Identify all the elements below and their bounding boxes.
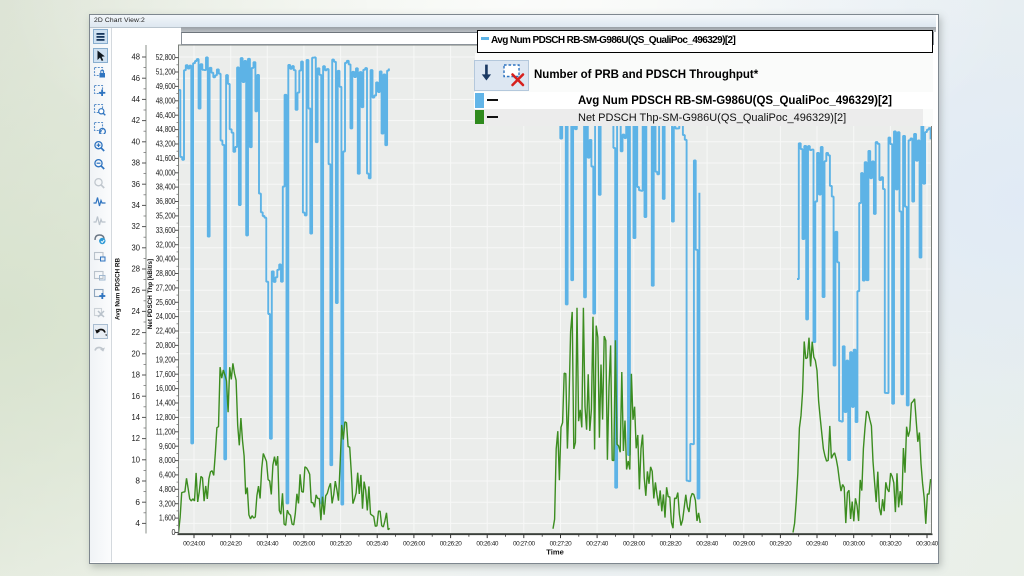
svg-text:4: 4	[135, 518, 140, 528]
svg-text:00:30:00: 00:30:00	[843, 541, 866, 548]
svg-text:14: 14	[132, 412, 141, 422]
svg-text:9,600: 9,600	[159, 441, 176, 451]
svg-text:52,800: 52,800	[156, 52, 176, 62]
svg-text:00:28:40: 00:28:40	[696, 541, 719, 548]
svg-text:00:26:20: 00:26:20	[440, 541, 463, 548]
svg-text:34: 34	[132, 200, 141, 210]
svg-text:00:25:40: 00:25:40	[366, 541, 389, 548]
svg-text:00:30:20: 00:30:20	[880, 541, 903, 548]
svg-text:00:26:00: 00:26:00	[403, 541, 426, 548]
svg-text:16,000: 16,000	[156, 383, 176, 393]
svg-text:38,400: 38,400	[156, 182, 176, 192]
svg-text:46: 46	[132, 73, 141, 83]
svg-text:43,200: 43,200	[156, 139, 176, 149]
svg-text:32: 32	[132, 221, 141, 231]
svg-text:00:25:20: 00:25:20	[330, 541, 353, 548]
svg-text:20,800: 20,800	[156, 340, 176, 350]
svg-text:11,200: 11,200	[156, 426, 176, 436]
svg-text:24,000: 24,000	[156, 311, 176, 321]
svg-text:51,200: 51,200	[156, 67, 176, 77]
svg-text:22: 22	[132, 327, 141, 337]
svg-text:18: 18	[132, 370, 141, 380]
svg-text:33,600: 33,600	[156, 225, 176, 235]
svg-text:30,400: 30,400	[156, 254, 176, 264]
svg-text:26: 26	[132, 285, 141, 295]
svg-text:14,400: 14,400	[156, 398, 176, 408]
svg-text:12,800: 12,800	[156, 412, 176, 422]
svg-text:22,400: 22,400	[156, 326, 176, 336]
svg-text:40: 40	[132, 136, 141, 146]
svg-text:00:24:40: 00:24:40	[256, 541, 279, 548]
svg-text:44: 44	[132, 94, 141, 104]
svg-text:48: 48	[132, 52, 141, 62]
svg-text:49,600: 49,600	[156, 81, 176, 91]
svg-text:00:29:40: 00:29:40	[806, 541, 829, 548]
svg-text:Avg Num PDSCH RB: Avg Num PDSCH RB	[115, 258, 122, 320]
svg-text:27,200: 27,200	[156, 283, 176, 293]
svg-text:00:29:20: 00:29:20	[770, 541, 793, 548]
svg-text:6,400: 6,400	[159, 470, 176, 480]
svg-text:1,600: 1,600	[159, 513, 176, 523]
svg-text:44,800: 44,800	[156, 124, 176, 134]
svg-text:00:29:00: 00:29:00	[733, 541, 756, 548]
svg-text:48,000: 48,000	[156, 95, 176, 105]
svg-text:17,600: 17,600	[156, 369, 176, 379]
svg-text:32,000: 32,000	[156, 239, 176, 249]
svg-text:42: 42	[132, 115, 141, 125]
svg-text:8: 8	[135, 476, 140, 486]
svg-text:00:24:20: 00:24:20	[220, 541, 243, 548]
svg-text:Net PDSCH Thp [kBit/s]: Net PDSCH Thp [kBit/s]	[147, 259, 154, 329]
svg-text:0: 0	[172, 527, 176, 537]
svg-text:4,800: 4,800	[159, 484, 176, 494]
svg-text:00:26:40: 00:26:40	[476, 541, 499, 548]
svg-text:28,800: 28,800	[156, 268, 176, 278]
svg-text:16: 16	[132, 391, 141, 401]
svg-text:00:28:00: 00:28:00	[623, 541, 646, 548]
svg-text:28: 28	[132, 264, 141, 274]
svg-text:46,400: 46,400	[156, 110, 176, 120]
svg-text:36,800: 36,800	[156, 196, 176, 206]
svg-text:Time: Time	[546, 548, 564, 557]
svg-text:00:24:00: 00:24:00	[183, 541, 206, 548]
svg-text:8,000: 8,000	[159, 455, 176, 465]
svg-text:25,600: 25,600	[156, 297, 176, 307]
svg-text:38: 38	[132, 158, 141, 168]
svg-text:00:25:00: 00:25:00	[293, 541, 316, 548]
svg-text:00:27:00: 00:27:00	[513, 541, 536, 548]
svg-text:3,200: 3,200	[159, 498, 176, 508]
svg-text:36: 36	[132, 179, 141, 189]
svg-text:19,200: 19,200	[156, 354, 176, 364]
svg-text:40,000: 40,000	[156, 167, 176, 177]
svg-text:12: 12	[132, 433, 141, 443]
svg-text:00:27:40: 00:27:40	[586, 541, 609, 548]
svg-text:30: 30	[132, 242, 141, 252]
svg-text:00:28:20: 00:28:20	[660, 541, 683, 548]
svg-text:00:30:40: 00:30:40	[916, 541, 939, 548]
svg-text:24: 24	[132, 306, 141, 316]
svg-text:00:27:20: 00:27:20	[550, 541, 573, 548]
svg-text:35,200: 35,200	[156, 211, 176, 221]
svg-text:41,600: 41,600	[156, 153, 176, 163]
svg-text:20: 20	[132, 348, 141, 358]
svg-text:6: 6	[135, 497, 140, 507]
svg-text:10: 10	[132, 454, 141, 464]
